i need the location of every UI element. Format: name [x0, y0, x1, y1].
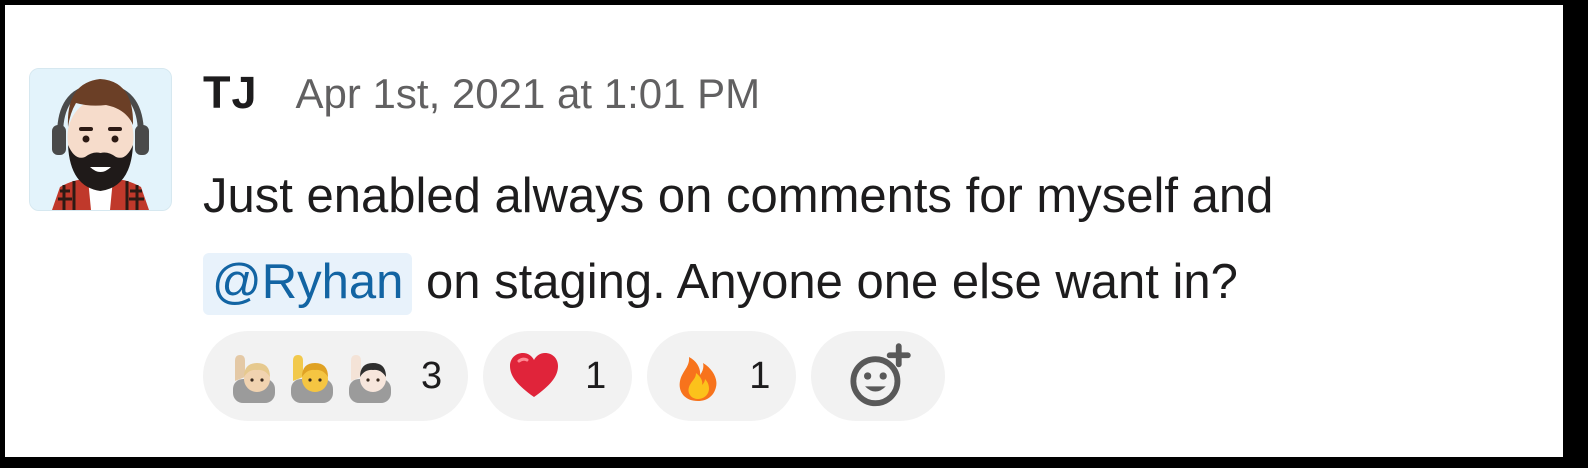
red-heart-icon — [510, 353, 559, 397]
reaction-heart[interactable]: 1 — [483, 331, 633, 421]
avatar[interactable] — [29, 68, 172, 211]
author-name[interactable]: TJ — [203, 67, 258, 119]
message-text-part: Just enabled always on comments for myse… — [203, 169, 1274, 223]
reaction-count: 1 — [749, 354, 771, 397]
message-container: TJ Apr 1st, 2021 at 1:01 PM Just enabled… — [5, 5, 1563, 457]
message-text-part: on staging. Anyone one else want in? — [426, 255, 1238, 309]
raising-hand-white-icon — [349, 355, 391, 403]
raising-hand-light-icon — [291, 355, 333, 403]
reaction-fire[interactable]: 1 — [647, 331, 797, 421]
add-reaction-icon — [850, 343, 912, 407]
reactions-bar: 3 1 1 — [203, 331, 946, 421]
reaction-count: 1 — [585, 354, 607, 397]
raising-hand-blond-icon — [233, 355, 275, 403]
message-header: TJ Apr 1st, 2021 at 1:01 PM — [203, 67, 760, 127]
add-reaction-button[interactable] — [811, 331, 946, 421]
reaction-count: 3 — [421, 354, 443, 397]
fire-icon — [679, 357, 717, 401]
bearded-man-avatar-icon — [30, 69, 171, 210]
message-text: Just enabled always on comments for myse… — [203, 153, 1543, 325]
user-mention[interactable]: @Ryhan — [203, 253, 413, 315]
message-timestamp[interactable]: Apr 1st, 2021 at 1:01 PM — [296, 70, 761, 118]
reaction-raising-hands[interactable]: 3 — [203, 331, 469, 421]
